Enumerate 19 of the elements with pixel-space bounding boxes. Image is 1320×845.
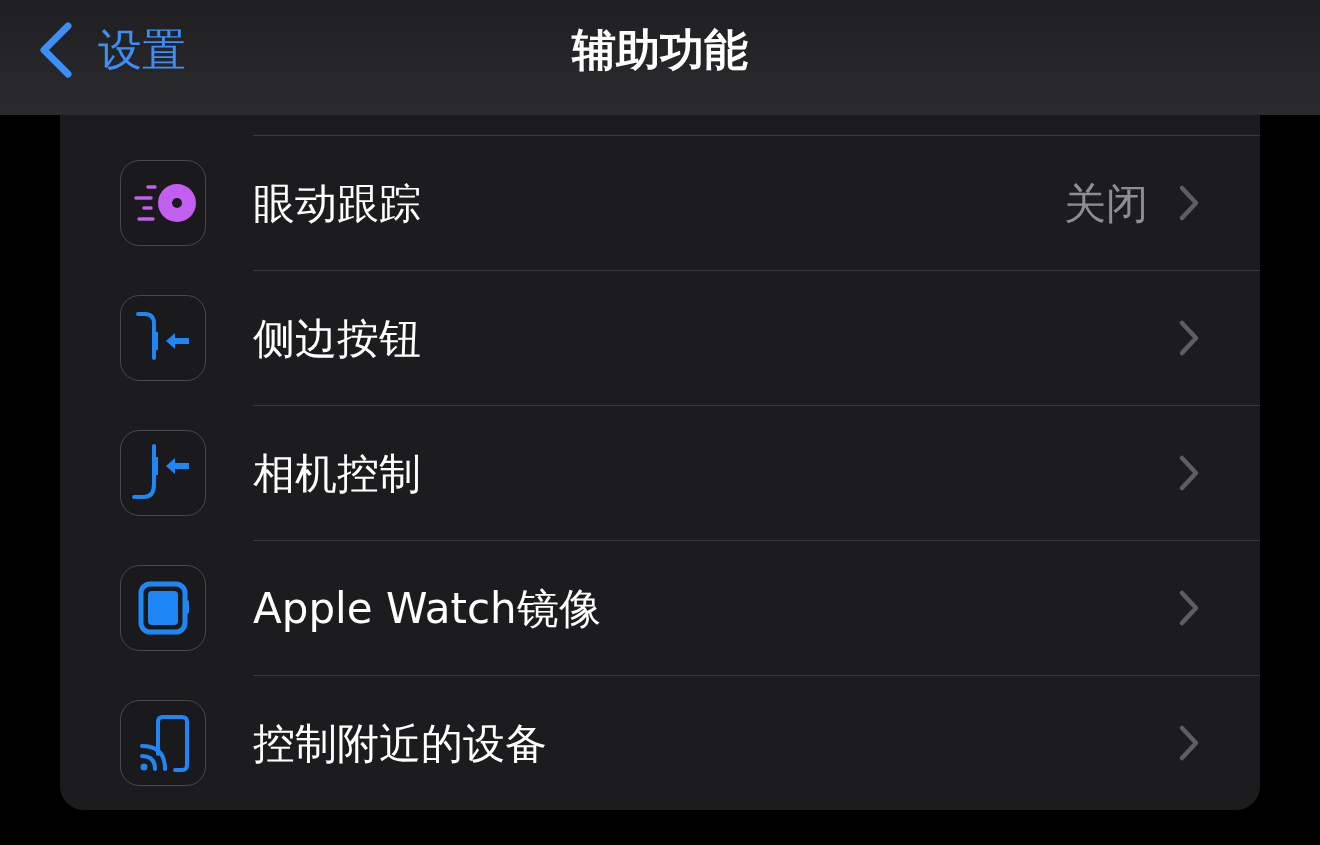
page-title: 辅助功能 [572,23,748,77]
side-button-icon [120,429,206,516]
chevron-icon [1178,319,1200,357]
status-value: 关闭 [1064,177,1148,230]
watch-icon [120,564,206,651]
chevron-icon [1178,724,1200,762]
side-button-icon [120,294,206,381]
settings-row[interactable]: 眼动跟踪 关闭 [60,135,1260,270]
chevron-icon [1178,454,1200,492]
settings-row[interactable]: 控制附近的设备 [60,675,1260,810]
back-chevron-icon [38,22,72,78]
settings-row[interactable]: 相机控制 [60,405,1260,540]
settings-row[interactable]: 侧边按钮 [60,270,1260,405]
chevron-icon [1178,589,1200,627]
settings-row[interactable]: Apple Watch镜像 [60,540,1260,675]
back-button[interactable]: 设置 [0,0,186,100]
phone-wireless-icon [120,699,206,786]
eye-tracking-icon [120,159,206,246]
chevron-icon [1178,184,1200,222]
